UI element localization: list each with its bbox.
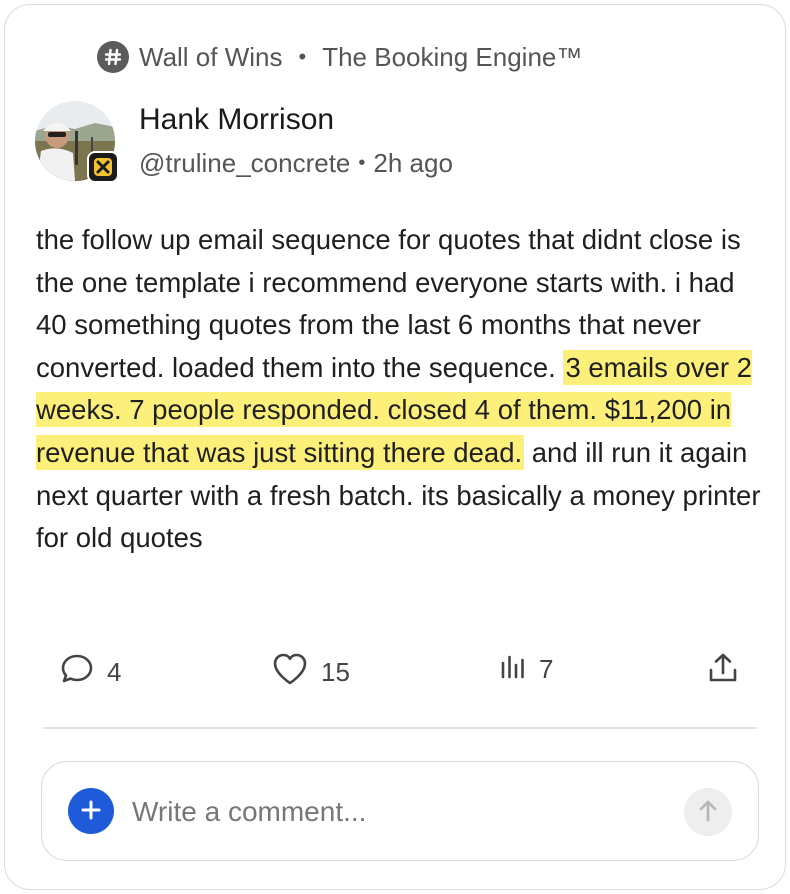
comment-input[interactable] [132, 790, 652, 834]
like-count: 15 [321, 657, 350, 687]
comment-icon [59, 651, 95, 694]
like-button[interactable]: 15 [271, 651, 350, 694]
share-button[interactable] [707, 651, 739, 692]
breadcrumb-space[interactable]: The Booking Engine™ [322, 42, 582, 73]
send-button[interactable] [684, 788, 732, 836]
comment-button[interactable]: 4 [59, 651, 121, 694]
share-icon [707, 651, 739, 692]
post-timestamp[interactable]: 2h ago [373, 148, 453, 179]
views-indicator: 7 [499, 651, 553, 688]
action-bar: 4 15 7 [59, 651, 745, 691]
divider [43, 727, 757, 729]
author-meta: @truline_concrete • 2h ago [139, 148, 453, 179]
plus-icon [80, 799, 102, 824]
author-handle[interactable]: @truline_concrete [139, 148, 350, 179]
avatar[interactable] [35, 101, 119, 185]
hash-icon [97, 41, 129, 73]
x-badge-icon [87, 151, 119, 183]
meta-separator: • [358, 152, 366, 174]
post-body: the follow up email sequence for quotes … [36, 219, 771, 560]
views-count: 7 [539, 654, 554, 684]
heart-icon [271, 651, 309, 694]
arrow-up-icon [696, 798, 720, 827]
comment-count: 4 [107, 657, 122, 687]
breadcrumb: Wall of Wins • The Booking Engine™ [97, 39, 582, 75]
breadcrumb-separator: • [298, 44, 307, 69]
post-card: Wall of Wins • The Booking Engine™ Hank … [4, 4, 786, 890]
views-icon [499, 651, 527, 688]
add-attachment-button[interactable] [68, 788, 114, 834]
comment-composer [41, 761, 759, 861]
breadcrumb-community[interactable]: Wall of Wins [139, 42, 283, 73]
author-name[interactable]: Hank Morrison [139, 103, 334, 137]
